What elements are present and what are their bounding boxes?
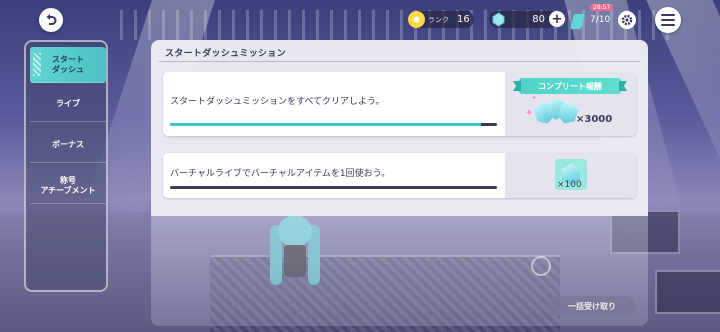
loading-ring-icon <box>531 256 551 276</box>
mission-reward: コンプリート報酬 ✦ ✦ ×3000 <box>505 72 636 136</box>
rank-icon <box>408 11 425 28</box>
mission-panel: スタートダッシュミッション スタートダッシュミッションをすべてクリアしよう。 コ… <box>151 40 648 326</box>
stage-monitor <box>655 270 720 314</box>
stamina-icon <box>569 14 586 29</box>
gem-display: 80 <box>489 11 557 28</box>
tab-label: スタート <box>52 55 84 65</box>
crystal-gem-icon <box>492 12 505 27</box>
mission-reward: ×100 <box>505 153 636 198</box>
rank-value: 16 <box>457 14 470 25</box>
gem-count: 80 <box>532 14 545 25</box>
back-arrow-icon <box>46 14 57 25</box>
sparkle-icon: ✦ <box>531 94 537 102</box>
tab-label: アチーブメント <box>40 185 96 195</box>
tab-label: ライブ <box>56 98 80 108</box>
add-gems-button[interactable]: + <box>549 11 565 27</box>
hamburger-menu-icon <box>661 14 675 26</box>
reward-count: ×3000 <box>576 114 613 125</box>
settings-button[interactable] <box>618 11 636 29</box>
rank-display: ランク 16 <box>408 11 474 28</box>
stamina-timer: 28:57 <box>590 4 614 11</box>
reward-count: ×100 <box>557 180 582 190</box>
tab-live[interactable]: ライブ <box>30 86 106 122</box>
tab-start-dash[interactable]: スタート ダッシュ <box>30 47 106 83</box>
mission-progress-fill <box>170 123 481 126</box>
gear-icon <box>621 14 633 26</box>
menu-button[interactable] <box>655 7 681 33</box>
mission-progress-bar <box>170 186 497 189</box>
mission-text: バーチャルライブでバーチャルアイテムを1回使おう。 <box>170 169 391 179</box>
sparkle-icon: ✦ <box>525 108 534 119</box>
title-divider <box>159 61 640 62</box>
mission-progress-bar <box>170 123 497 126</box>
claim-all-button[interactable]: 一括受け取り <box>548 296 636 316</box>
mission-card[interactable]: スタートダッシュミッションをすべてクリアしよう。 コンプリート報酬 ✦ ✦ ×3… <box>163 72 636 136</box>
stamina-value: 7/10 <box>590 15 611 25</box>
complete-reward-badge: コンプリート報酬 <box>519 78 621 94</box>
rank-label: ランク <box>428 15 449 24</box>
tab-bonus[interactable]: ボーナス <box>30 127 106 163</box>
back-button[interactable] <box>39 8 63 32</box>
tab-label: ボーナス <box>52 139 84 149</box>
panel-title: スタートダッシュミッション <box>165 49 286 59</box>
category-sidebar: スタート ダッシュ ライブ ボーナス 称号 アチーブメント <box>24 40 108 292</box>
tab-label: ダッシュ <box>52 64 84 74</box>
stamina-display: 28:57 7/10 <box>569 4 616 32</box>
mission-text: スタートダッシュミッションをすべてクリアしよう。 <box>170 97 385 107</box>
mission-card[interactable]: バーチャルライブでバーチャルアイテムを1回使おう。 ×100 <box>163 153 636 198</box>
tab-title-achievement[interactable]: 称号 アチーブメント <box>30 168 106 204</box>
tab-label: 称号 <box>59 176 76 186</box>
top-bar: ランク 16 80 + 28:57 7/10 <box>0 0 720 38</box>
